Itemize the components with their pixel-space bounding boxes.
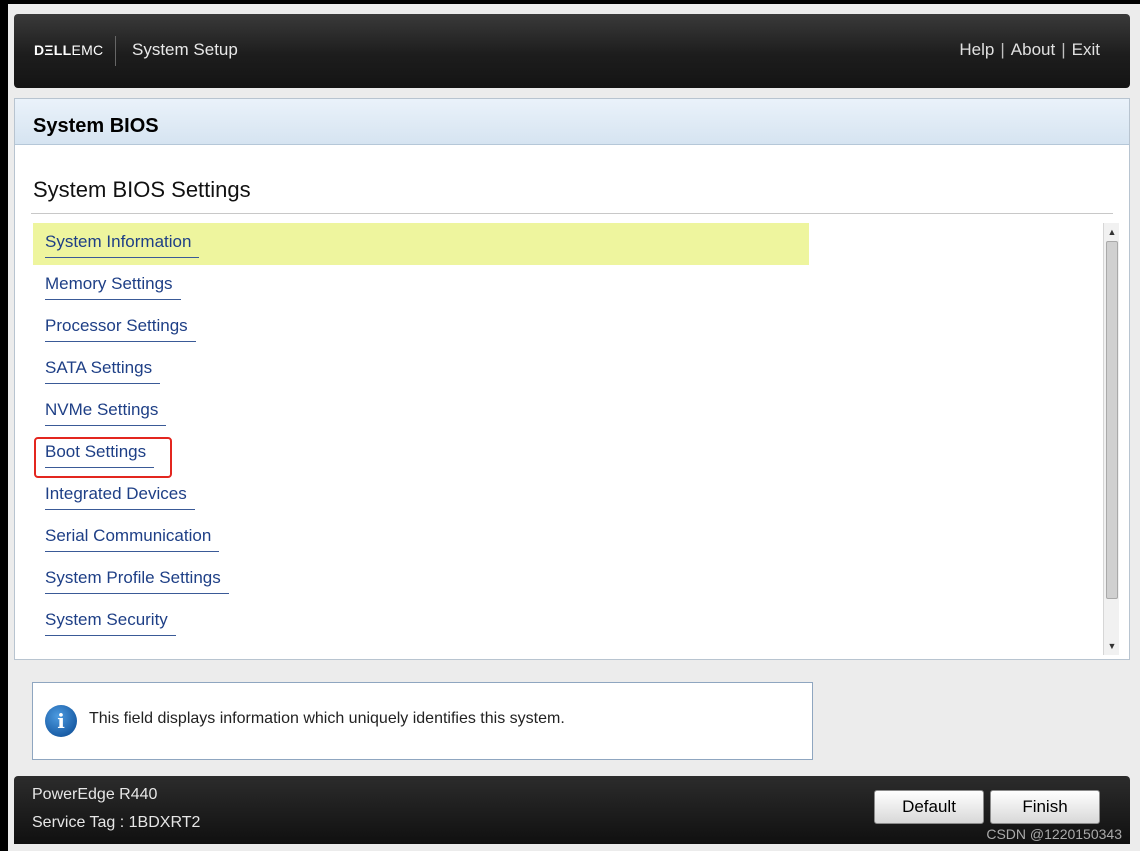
menu-item-label[interactable]: Memory Settings (45, 274, 181, 300)
vertical-scrollbar[interactable]: ▲ ▼ (1103, 223, 1119, 655)
menu-item-system-profile-settings[interactable]: System Profile Settings (33, 559, 809, 601)
menu-item-serial-communication[interactable]: Serial Communication (33, 517, 809, 559)
default-button[interactable]: Default (874, 790, 984, 824)
top-links: Help | About | Exit (959, 40, 1100, 60)
menu-item-system-information[interactable]: System Information (33, 223, 809, 265)
menu-item-label[interactable]: System Information (45, 232, 200, 258)
exit-link[interactable]: Exit (1072, 40, 1100, 60)
system-model: PowerEdge R440 (32, 786, 158, 803)
logo-dell-text: DΞLL (34, 42, 72, 58)
page-title: System BIOS (15, 99, 1129, 145)
menu-item-nvme-settings[interactable]: NVMe Settings (33, 391, 809, 433)
watermark-text: CSDN @1220150343 (986, 826, 1122, 842)
menu-item-label[interactable]: System Profile Settings (45, 568, 229, 594)
menu-item-processor-settings[interactable]: Processor Settings (33, 307, 809, 349)
annotation-highlight-box (34, 437, 172, 478)
logo-divider (115, 36, 116, 66)
help-text: This field displays information which un… (89, 710, 565, 727)
menu-item-label[interactable]: NVMe Settings (45, 400, 167, 426)
section-title: System BIOS Settings (33, 177, 251, 202)
help-link[interactable]: Help (959, 40, 994, 60)
menu-item-memory-settings[interactable]: Memory Settings (33, 265, 809, 307)
about-link[interactable]: About (1011, 40, 1055, 60)
info-icon: i (45, 705, 77, 737)
menu-item-integrated-devices[interactable]: Integrated Devices (33, 475, 809, 517)
menu-item-label[interactable]: Integrated Devices (45, 484, 195, 510)
menu-item-label[interactable]: SATA Settings (45, 358, 161, 384)
menu-item-system-security[interactable]: System Security (33, 601, 809, 643)
menu-item-sata-settings[interactable]: SATA Settings (33, 349, 809, 391)
main-panel: System BIOS System BIOS Settings System … (14, 98, 1130, 660)
menu-item-label[interactable]: Serial Communication (45, 526, 220, 552)
scroll-up-icon[interactable]: ▲ (1104, 225, 1120, 239)
app-title: System Setup (132, 40, 238, 59)
scrollbar-thumb[interactable] (1106, 241, 1118, 599)
footer-bar: PowerEdge R440 Service Tag : 1BDXRT2 Def… (14, 776, 1130, 844)
menu-item-boot-settings[interactable]: Boot Settings (33, 433, 809, 478)
dell-emc-logo: DΞLLEMC (34, 42, 103, 58)
section-divider (31, 213, 1113, 214)
help-info-box: i This field displays information which … (32, 682, 813, 760)
logo-emc-text: EMC (71, 42, 104, 58)
settings-menu: System Information Memory Settings Proce… (33, 223, 809, 643)
link-separator: | (1061, 40, 1066, 59)
scroll-down-icon[interactable]: ▼ (1104, 639, 1120, 653)
menu-item-label[interactable]: Processor Settings (45, 316, 196, 342)
finish-button[interactable]: Finish (990, 790, 1100, 824)
link-separator: | (1000, 40, 1005, 59)
service-tag: Service Tag : 1BDXRT2 (32, 814, 201, 831)
menu-item-label[interactable]: System Security (45, 610, 176, 636)
top-bar: DΞLLEMC System Setup Help | About | Exit (14, 14, 1130, 88)
